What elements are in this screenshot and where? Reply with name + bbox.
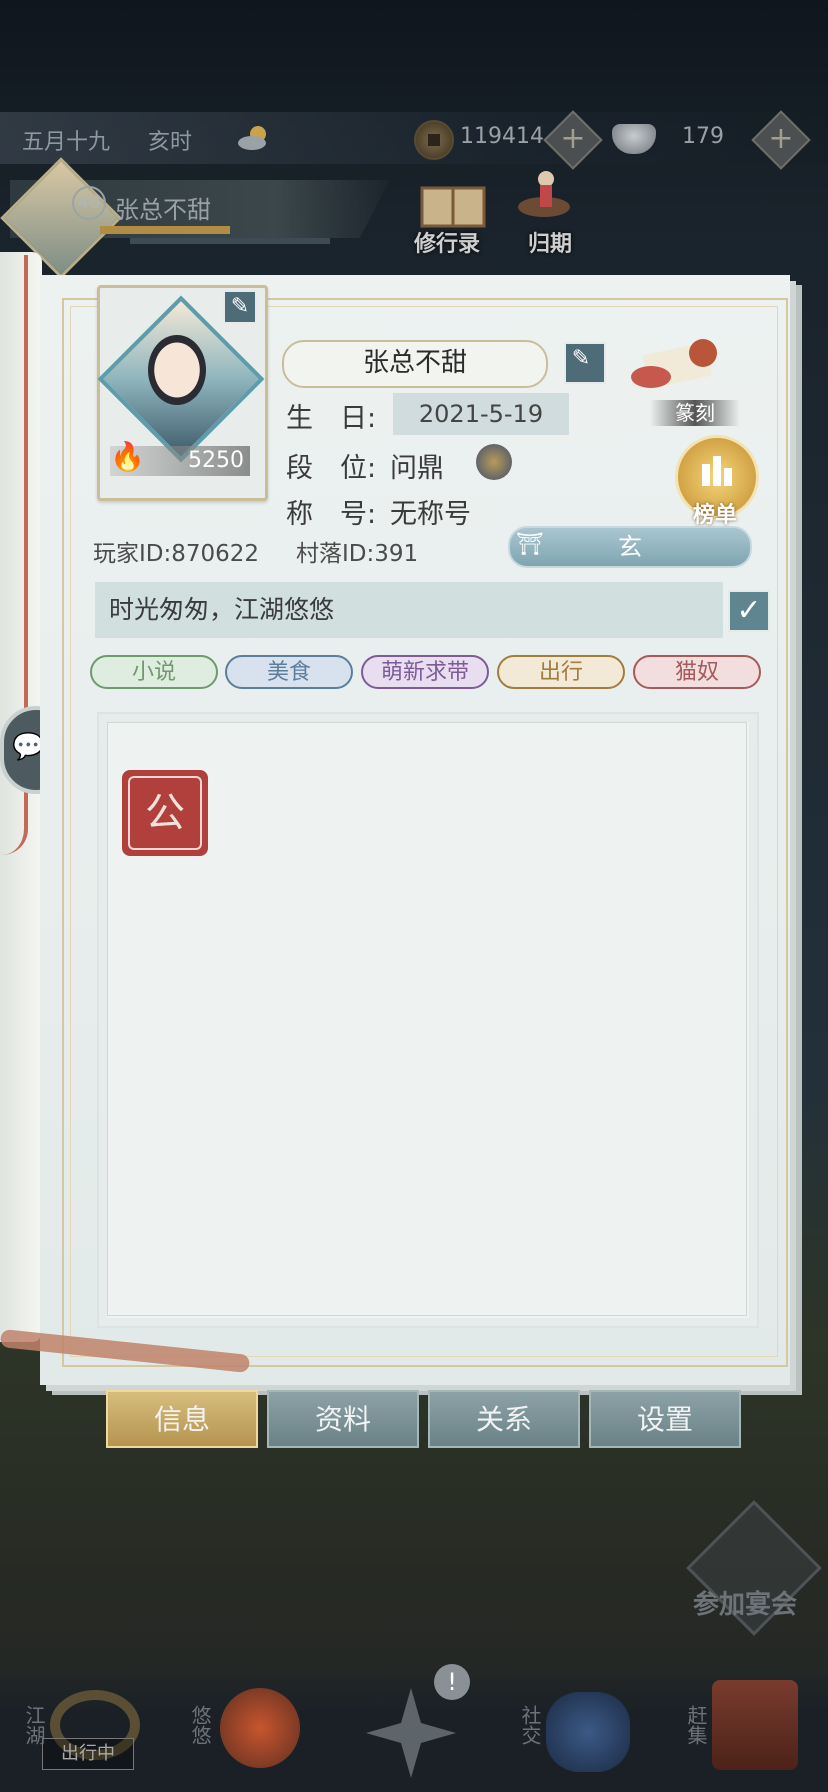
copper-amount: 119414 xyxy=(460,124,544,149)
tab-settings[interactable]: 设置 xyxy=(589,1390,741,1448)
tab-info[interactable]: 信息 xyxy=(106,1390,258,1448)
copper-coin-icon xyxy=(414,120,454,160)
rank-label: 段 位: xyxy=(286,453,377,484)
add-copper-button[interactable]: + xyxy=(543,110,603,170)
title-value: 无称号 xyxy=(390,499,471,530)
leaderboard-label[interactable]: 榜单 xyxy=(680,497,750,529)
plus-icon: + xyxy=(560,121,586,156)
flame-icon: 🔥 xyxy=(110,440,145,473)
rank-value: 问鼎 xyxy=(390,453,444,484)
seal-carving-icon[interactable] xyxy=(625,335,725,395)
add-silver-button[interactable]: + xyxy=(751,110,811,170)
player-level: 40 xyxy=(72,186,106,220)
birthday-label: 生 日: xyxy=(286,403,377,434)
travel-status[interactable]: 出行中 xyxy=(42,1738,134,1770)
profile-tag[interactable]: 小说 xyxy=(90,655,218,689)
tab-data[interactable]: 资料 xyxy=(267,1390,419,1448)
tab-relation[interactable]: 关系 xyxy=(428,1390,580,1448)
player-id: 玩家ID:870622 xyxy=(93,541,260,567)
motto-text[interactable]: 时光匆匆，江湖悠悠 xyxy=(95,582,723,638)
nav-shejiao-label[interactable]: 社交 xyxy=(516,1705,545,1745)
alert-icon[interactable]: ! xyxy=(434,1664,470,1700)
tier-badge[interactable]: 玄 xyxy=(508,526,752,568)
confirm-check-button[interactable]: ✓ xyxy=(728,590,770,632)
profile-tag[interactable]: 出行 xyxy=(497,655,625,689)
xiuxinglu-label[interactable]: 修行录 xyxy=(414,226,480,258)
title-label: 称 号: xyxy=(286,499,377,530)
nav-ganji-label[interactable]: 赶集 xyxy=(682,1705,711,1745)
birthday-value: 2021-5-19 xyxy=(393,393,569,435)
profile-name: 张总不甜 xyxy=(282,340,548,388)
guiqi-label[interactable]: 归期 xyxy=(528,226,572,258)
edit-name-button[interactable] xyxy=(564,342,606,384)
game-date: 五月十九 xyxy=(22,130,111,155)
compass-star-icon[interactable] xyxy=(366,1688,456,1778)
profile-tag[interactable]: 猫奴 xyxy=(633,655,761,689)
seal-carving-label[interactable]: 篆刻 xyxy=(650,400,740,426)
exp-progress-bar xyxy=(100,226,230,234)
profile-tag[interactable]: 萌新求带 xyxy=(361,655,489,689)
rank-emblem-icon xyxy=(476,444,512,480)
character-face xyxy=(148,335,206,405)
market-basket-icon[interactable] xyxy=(712,1680,798,1770)
gate-icon: ⛩ xyxy=(516,532,544,557)
social-wave-icon[interactable] xyxy=(546,1692,630,1772)
edit-portrait-button[interactable] xyxy=(223,290,257,324)
silver-ingot-icon xyxy=(612,124,656,154)
village-id: 村落ID:391 xyxy=(296,541,419,567)
feast-label[interactable]: 参加宴会 xyxy=(693,1584,797,1621)
top-status-bar: 五月十九 亥时 119414 + 179 + xyxy=(0,110,828,170)
nav-youyou-label[interactable]: 悠悠 xyxy=(186,1705,215,1745)
game-time: 亥时 xyxy=(148,130,193,155)
silver-amount: 179 xyxy=(682,124,724,149)
crane-sun-icon[interactable] xyxy=(220,1688,300,1768)
horse-rider-icon[interactable] xyxy=(510,165,580,225)
profile-tag[interactable]: 美食 xyxy=(225,655,353,689)
plus-icon: + xyxy=(768,121,794,156)
red-seal-stamp[interactable]: 公 xyxy=(122,770,208,856)
player-name: 张总不甜 xyxy=(115,196,211,224)
secondary-progress-bar xyxy=(130,238,330,244)
sun-cloud-icon xyxy=(236,122,272,152)
